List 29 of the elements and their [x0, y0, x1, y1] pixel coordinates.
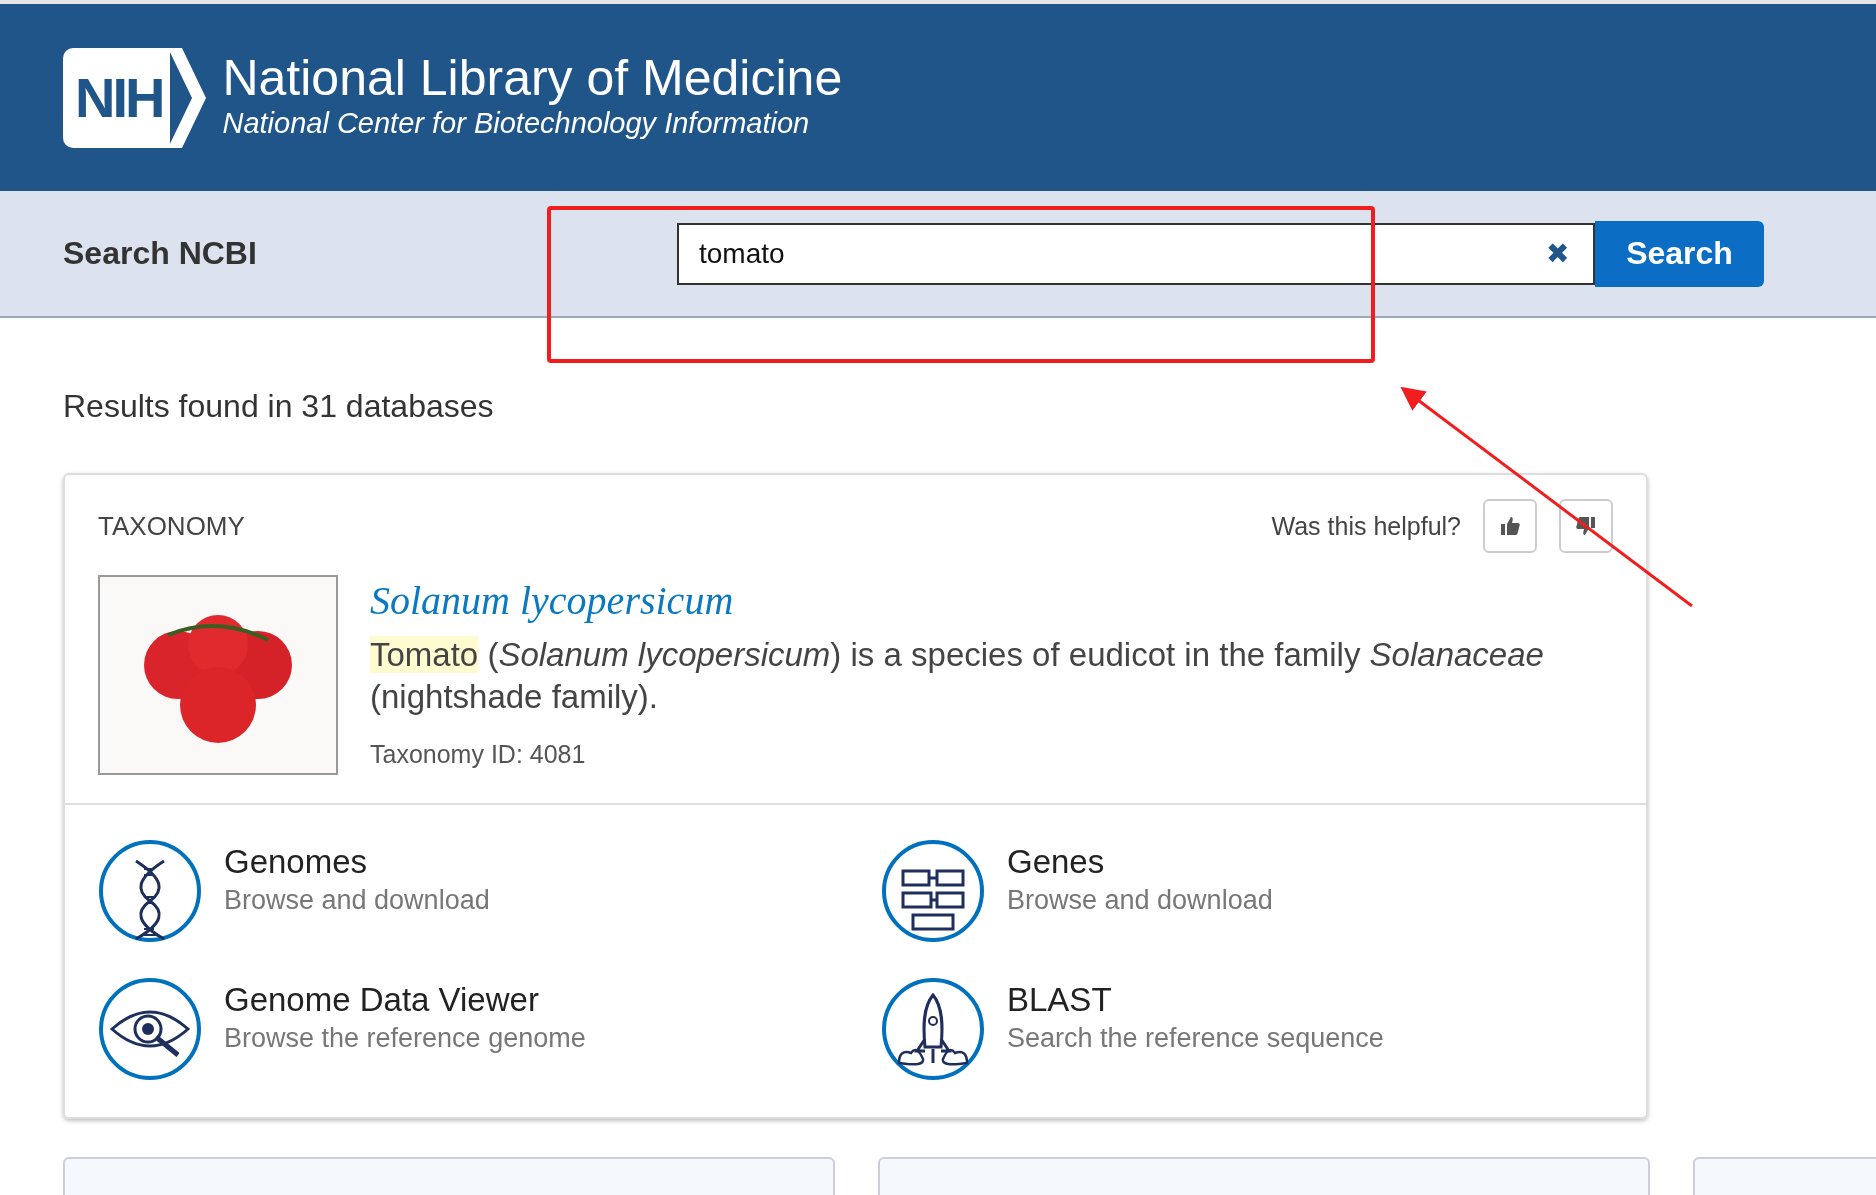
taxonomy-id: Taxonomy ID: 4081 — [370, 740, 587, 769]
link-subtitle: Browse and download — [224, 884, 490, 916]
search-label: Search NCBI — [63, 235, 258, 272]
link-title[interactable]: BLAST — [1007, 980, 1384, 1019]
thumbs-down-button[interactable] — [1559, 499, 1613, 553]
feedback-prompt: Was this helpful? — [1271, 511, 1461, 541]
thumbs-up-icon — [1499, 515, 1521, 537]
link-subtitle: Browse and download — [1007, 884, 1273, 916]
result-title-link[interactable]: Solanum lycopersicum — [370, 577, 1613, 624]
eye-icon — [98, 977, 202, 1081]
gene-blocks-icon — [881, 839, 985, 943]
site-title: National Library of Medicine — [222, 49, 843, 107]
link-subtitle: Search the reference sequence — [1007, 1022, 1384, 1054]
site-subtitle: National Center for Biotechnology Information — [222, 107, 811, 140]
link-subtitle: Browse the reference genome — [224, 1022, 586, 1054]
link-title[interactable]: Genes — [1007, 842, 1273, 881]
thumbs-up-button[interactable] — [1483, 499, 1537, 553]
highlighted-term: Tomato — [370, 636, 479, 673]
search-button[interactable]: Search — [1595, 220, 1764, 287]
results-heading: Results found in 31 databases — [63, 388, 495, 425]
rocket-icon — [881, 977, 985, 1081]
search-field[interactable]: tomato ✖ — [677, 222, 1595, 285]
result-description: Tomato (Solanum lycopersicum) is a species of eudicot in the family Solanaceae (nightshade family). — [370, 635, 1545, 717]
category-label: TAXONOMY — [98, 510, 245, 542]
dna-icon — [98, 839, 202, 943]
link-title[interactable]: Genome Data Viewer — [224, 980, 586, 1019]
clear-button[interactable]: ✖ — [1522, 237, 1593, 270]
thumbs-down-icon — [1575, 515, 1597, 537]
link-title[interactable]: Genomes — [224, 842, 490, 881]
